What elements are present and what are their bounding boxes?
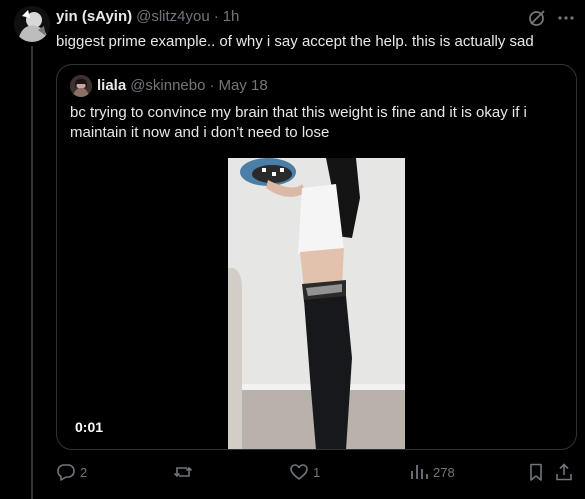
quoted-author-avatar[interactable] [70, 75, 92, 97]
more-icon[interactable] [556, 8, 576, 28]
like-button[interactable]: 1 [289, 460, 320, 484]
repost-icon [173, 466, 193, 478]
quoted-text: bc trying to convince my brain that this… [70, 104, 527, 141]
reply-count: 2 [80, 464, 88, 480]
bookmark-button[interactable] [526, 460, 546, 484]
thread-line [31, 46, 33, 499]
tweet[interactable]: yin (sAyin) @slitz4you · 1h biggest prim… [0, 0, 585, 499]
quoted-date[interactable]: May 18 [218, 77, 267, 94]
author-avatar[interactable] [14, 6, 50, 42]
heart-icon [290, 464, 308, 480]
views-button[interactable]: 278 [409, 460, 455, 484]
views-count: 278 [433, 464, 455, 480]
repost-button[interactable] [173, 460, 197, 484]
grok-icon[interactable] [527, 8, 547, 28]
author-handle[interactable]: @slitz4you [136, 8, 210, 25]
share-button[interactable] [554, 460, 574, 484]
quoted-separator: · [209, 77, 215, 94]
video-player[interactable] [228, 158, 405, 449]
tweet-text: biggest prime example.. of why i say acc… [56, 33, 534, 50]
quoted-display-name[interactable]: liala [97, 77, 126, 94]
video-timestamp: 0:01 [75, 419, 104, 435]
share-icon [556, 463, 572, 481]
action-bar: 2 1 278 [56, 460, 576, 484]
tweet-timestamp[interactable]: 1h [223, 8, 240, 25]
author-display-name[interactable]: yin (sAyin) [56, 8, 132, 25]
like-count: 1 [313, 464, 321, 480]
bookmark-icon [530, 463, 542, 481]
quoted-handle[interactable]: @skinnebo [130, 77, 205, 94]
views-icon [411, 465, 428, 479]
tweet-header: yin (sAyin) @slitz4you · 1h [56, 8, 239, 28]
reply-button[interactable]: 2 [56, 460, 87, 484]
header-separator: · [213, 8, 219, 25]
quoted-header: liala @skinnebo · May 18 [97, 77, 268, 95]
reply-icon [57, 464, 75, 481]
quoted-tweet[interactable]: liala @skinnebo · May 18 bc trying to co… [56, 64, 577, 450]
